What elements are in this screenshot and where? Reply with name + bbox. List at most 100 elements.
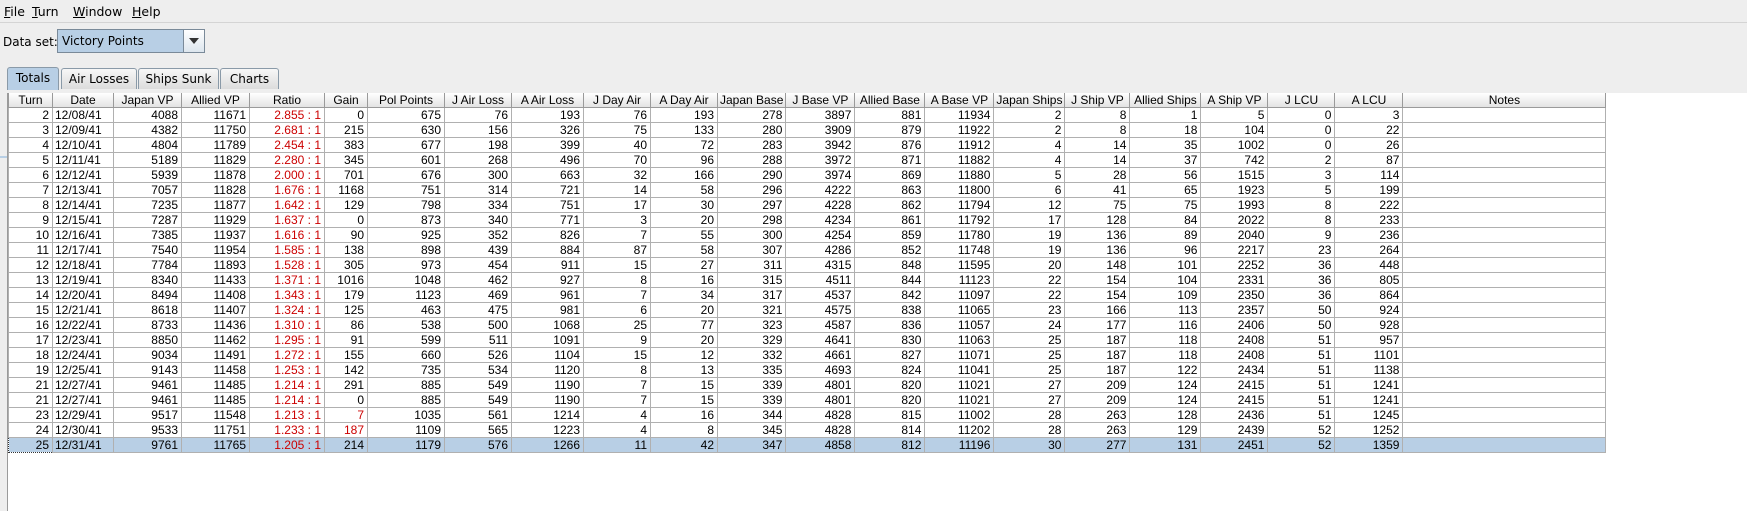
tab-charts[interactable]: Charts bbox=[220, 68, 279, 89]
cell-a-day-air[interactable]: 166 bbox=[650, 167, 718, 183]
cell-a-ship-vp[interactable]: 1923 bbox=[1200, 182, 1269, 198]
cell-gain[interactable]: 383 bbox=[324, 137, 368, 153]
table-row[interactable]: 3 12/09/41 4382 11750 2.681 : 1 215 630 156 326 7… bbox=[8, 122, 1607, 138]
cell-japan-vp[interactable]: 7784 bbox=[113, 257, 182, 273]
cell-allied-base[interactable]: 869 bbox=[854, 167, 926, 183]
cell-allied-ships[interactable]: 116 bbox=[1129, 317, 1202, 333]
cell-a-air-loss[interactable]: 927 bbox=[511, 272, 584, 288]
table-row[interactable]: 7 12/13/41 7057 11828 1.676 : 1 1168 751 314 721… bbox=[8, 182, 1607, 198]
cell-a-lcu[interactable]: 1245 bbox=[1334, 407, 1404, 423]
cell-a-base-vp[interactable]: 11780 bbox=[924, 227, 995, 243]
cell-notes[interactable] bbox=[1402, 332, 1607, 348]
cell-date[interactable]: 12/20/41 bbox=[52, 287, 114, 303]
cell-pol-points[interactable]: 538 bbox=[367, 317, 445, 333]
cell-allied-ships[interactable]: 131 bbox=[1129, 437, 1202, 453]
cell-japan-ships[interactable]: 28 bbox=[993, 422, 1066, 438]
cell-japan-vp[interactable]: 8850 bbox=[113, 332, 182, 348]
cell-j-day-air[interactable]: 4 bbox=[583, 407, 651, 423]
cell-japan-ships[interactable]: 5 bbox=[993, 167, 1066, 183]
table-row[interactable]: 6 12/12/41 5939 11878 2.000 : 1 701 676 300 663 3… bbox=[8, 167, 1607, 183]
cell-gain[interactable]: 90 bbox=[324, 227, 368, 243]
cell-pol-points[interactable]: 463 bbox=[367, 302, 445, 318]
cell-japan-ships[interactable]: 2 bbox=[993, 122, 1066, 138]
cell-japan-base[interactable]: 323 bbox=[716, 317, 787, 333]
table-row[interactable]: 19 12/25/41 9143 11458 1.253 : 1 142 735 534 112… bbox=[8, 362, 1607, 378]
cell-pol-points[interactable]: 735 bbox=[367, 362, 445, 378]
cell-j-base-vp[interactable]: 4641 bbox=[785, 332, 856, 348]
cell-j-day-air[interactable]: 3 bbox=[583, 212, 651, 228]
cell-j-lcu[interactable]: 0 bbox=[1267, 122, 1336, 138]
cell-ratio[interactable]: 2.681 : 1 bbox=[249, 122, 325, 138]
cell-japan-ships[interactable]: 28 bbox=[993, 407, 1066, 423]
cell-a-air-loss[interactable]: 1223 bbox=[511, 422, 584, 438]
cell-a-lcu[interactable]: 3 bbox=[1334, 107, 1404, 123]
cell-a-lcu[interactable]: 1138 bbox=[1334, 362, 1404, 378]
cell-a-ship-vp[interactable]: 2357 bbox=[1200, 302, 1269, 318]
cell-gain[interactable]: 345 bbox=[324, 152, 368, 168]
cell-turn[interactable]: 24 bbox=[8, 422, 53, 438]
cell-j-air-loss[interactable]: 462 bbox=[444, 272, 512, 288]
menu-help[interactable]: Help bbox=[132, 4, 161, 19]
column-header-a-day-air[interactable]: A Day Air bbox=[650, 93, 718, 108]
cell-j-base-vp[interactable]: 3974 bbox=[785, 167, 856, 183]
cell-date[interactable]: 12/16/41 bbox=[52, 227, 114, 243]
cell-a-base-vp[interactable]: 11800 bbox=[924, 182, 995, 198]
cell-turn[interactable]: 6 bbox=[8, 167, 53, 183]
cell-turn[interactable]: 16 bbox=[8, 317, 53, 333]
column-header-japan-ships[interactable]: Japan Ships bbox=[993, 93, 1066, 108]
cell-japan-vp[interactable]: 8618 bbox=[113, 302, 182, 318]
cell-pol-points[interactable]: 676 bbox=[367, 167, 445, 183]
cell-j-air-loss[interactable]: 526 bbox=[444, 347, 512, 363]
cell-a-lcu[interactable]: 114 bbox=[1334, 167, 1404, 183]
cell-turn[interactable]: 15 bbox=[8, 302, 53, 318]
cell-a-lcu[interactable]: 1241 bbox=[1334, 392, 1404, 408]
cell-j-lcu[interactable]: 36 bbox=[1267, 272, 1336, 288]
cell-j-ship-vp[interactable]: 209 bbox=[1064, 377, 1131, 393]
cell-j-lcu[interactable]: 36 bbox=[1267, 257, 1336, 273]
cell-j-base-vp[interactable]: 4661 bbox=[785, 347, 856, 363]
cell-j-lcu[interactable]: 36 bbox=[1267, 287, 1336, 303]
cell-allied-ships[interactable]: 65 bbox=[1129, 182, 1202, 198]
cell-allied-vp[interactable]: 11462 bbox=[181, 332, 250, 348]
cell-a-lcu[interactable]: 199 bbox=[1334, 182, 1404, 198]
column-header-japan-vp[interactable]: Japan VP bbox=[113, 93, 182, 108]
cell-allied-vp[interactable]: 11789 bbox=[181, 137, 250, 153]
cell-a-base-vp[interactable]: 11196 bbox=[924, 437, 995, 453]
cell-a-day-air[interactable]: 16 bbox=[650, 407, 718, 423]
cell-allied-vp[interactable]: 11671 bbox=[181, 107, 250, 123]
cell-pol-points[interactable]: 1179 bbox=[367, 437, 445, 453]
cell-allied-base[interactable]: 838 bbox=[854, 302, 926, 318]
cell-japan-ships[interactable]: 22 bbox=[993, 272, 1066, 288]
column-header-a-lcu[interactable]: A LCU bbox=[1334, 93, 1404, 108]
cell-japan-ships[interactable]: 25 bbox=[993, 332, 1066, 348]
cell-allied-vp[interactable]: 11485 bbox=[181, 377, 250, 393]
cell-j-air-loss[interactable]: 475 bbox=[444, 302, 512, 318]
cell-j-ship-vp[interactable]: 8 bbox=[1064, 107, 1131, 123]
cell-gain[interactable]: 86 bbox=[324, 317, 368, 333]
cell-ratio[interactable]: 1.616 : 1 bbox=[249, 227, 325, 243]
cell-notes[interactable] bbox=[1402, 242, 1607, 258]
cell-turn[interactable]: 5 bbox=[8, 152, 53, 168]
cell-j-lcu[interactable]: 3 bbox=[1267, 167, 1336, 183]
cell-pol-points[interactable]: 660 bbox=[367, 347, 445, 363]
cell-gain[interactable]: 91 bbox=[324, 332, 368, 348]
cell-a-ship-vp[interactable]: 2439 bbox=[1200, 422, 1269, 438]
column-header-japan-base[interactable]: Japan Base bbox=[716, 93, 787, 108]
cell-japan-base[interactable]: 339 bbox=[716, 392, 787, 408]
cell-j-base-vp[interactable]: 4222 bbox=[785, 182, 856, 198]
cell-a-day-air[interactable]: 72 bbox=[650, 137, 718, 153]
cell-gain[interactable]: 0 bbox=[324, 107, 368, 123]
cell-notes[interactable] bbox=[1402, 167, 1607, 183]
cell-allied-vp[interactable]: 11877 bbox=[181, 197, 250, 213]
cell-allied-vp[interactable]: 11408 bbox=[181, 287, 250, 303]
cell-a-lcu[interactable]: 928 bbox=[1334, 317, 1404, 333]
cell-pol-points[interactable]: 885 bbox=[367, 377, 445, 393]
cell-j-ship-vp[interactable]: 187 bbox=[1064, 332, 1131, 348]
cell-j-day-air[interactable]: 7 bbox=[583, 377, 651, 393]
cell-a-air-loss[interactable]: 326 bbox=[511, 122, 584, 138]
cell-a-air-loss[interactable]: 1190 bbox=[511, 392, 584, 408]
cell-notes[interactable] bbox=[1402, 287, 1607, 303]
cell-j-lcu[interactable]: 52 bbox=[1267, 422, 1336, 438]
table-row[interactable]: 9 12/15/41 7287 11929 1.637 : 1 0 873 340 771 3 20… bbox=[8, 212, 1607, 228]
cell-a-lcu[interactable]: 264 bbox=[1334, 242, 1404, 258]
